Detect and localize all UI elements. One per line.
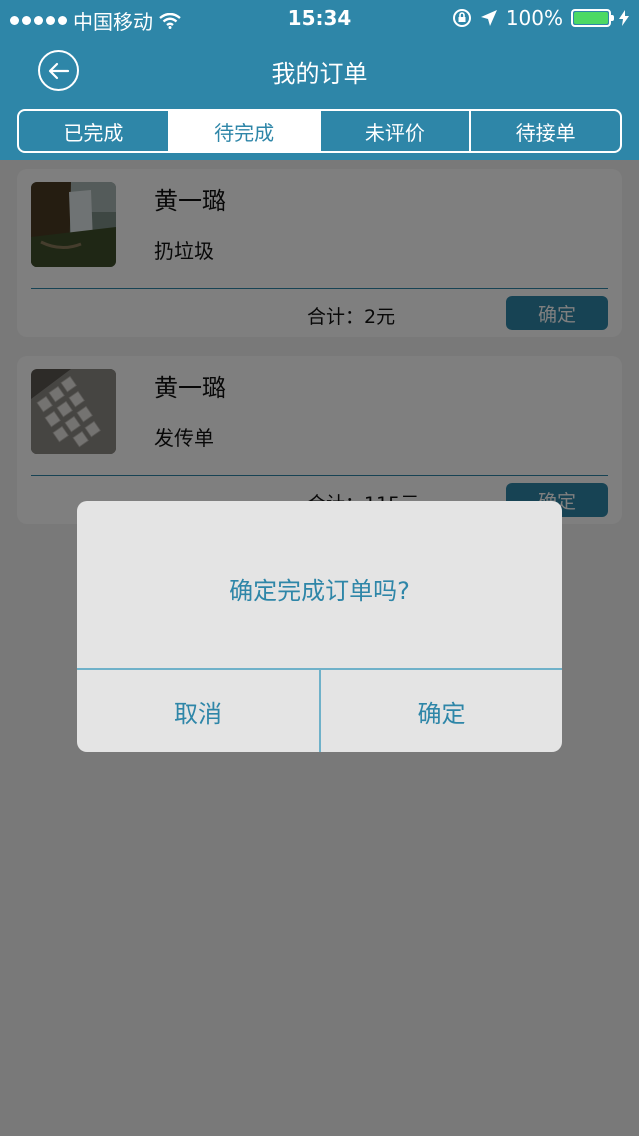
battery-level <box>574 12 608 24</box>
status-bar: 中国移动 15:34 100% <box>0 0 639 36</box>
confirm-dialog: 确定完成订单吗? 取消 确定 <box>77 501 562 752</box>
dialog-confirm-button[interactable]: 确定 <box>321 670 562 752</box>
location-arrow-icon <box>480 10 497 26</box>
tab-awaiting-acceptance[interactable]: 待接单 <box>469 111 620 151</box>
page-title: 我的订单 <box>271 60 368 88</box>
orientation-lock-icon <box>452 9 471 27</box>
tab-unrated[interactable]: 未评价 <box>318 111 470 151</box>
status-right: 100% <box>452 6 629 30</box>
tab-pending[interactable]: 待完成 <box>167 111 319 151</box>
dialog-message: 确定完成订单吗? <box>229 577 410 605</box>
dialog-cancel-button[interactable]: 取消 <box>77 670 319 752</box>
order-status-tabs: 已完成 待完成 未评价 待接单 <box>17 109 622 153</box>
charging-icon <box>619 10 629 26</box>
nav-bar: 我的订单 <box>0 36 639 104</box>
tab-completed[interactable]: 已完成 <box>19 111 168 151</box>
battery-icon <box>571 9 614 27</box>
header: 中国移动 15:34 100% 我的订单 已完成 待完成 未评价 待接单 <box>0 0 639 160</box>
battery-percent: 100% <box>505 6 563 30</box>
